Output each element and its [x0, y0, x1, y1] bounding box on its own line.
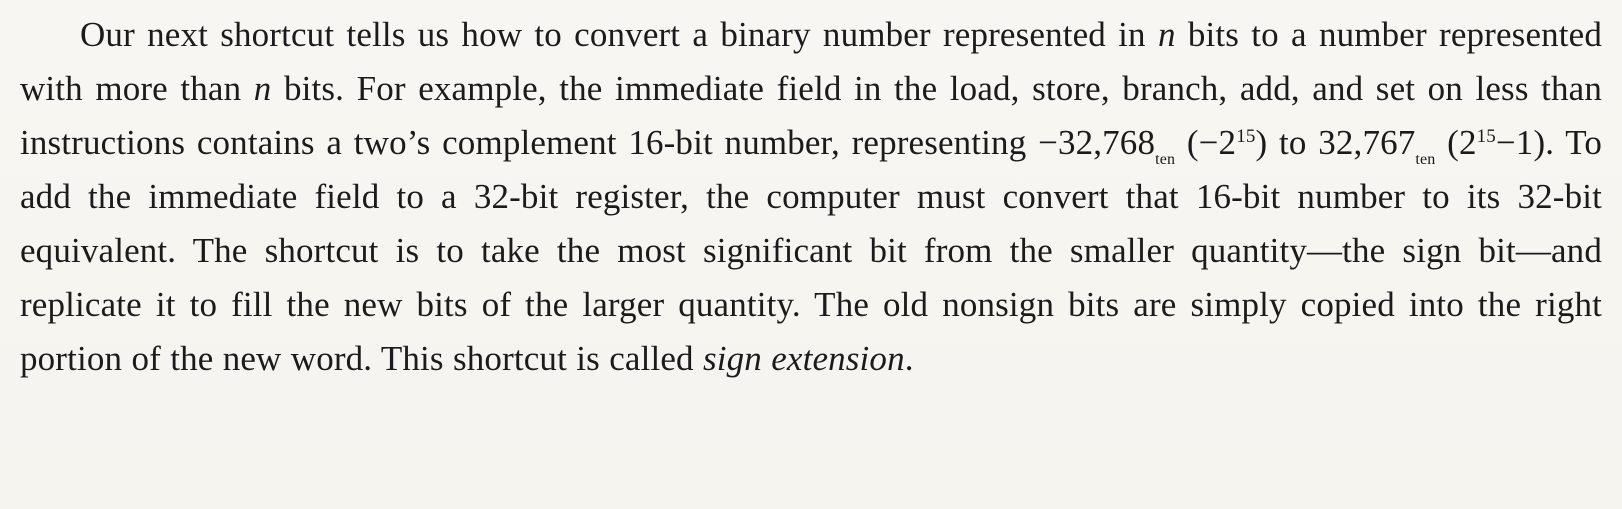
text-segment: (2: [1435, 123, 1477, 162]
document-page: Our next shortcut tells us how to conver…: [0, 0, 1622, 509]
italic-n: n: [1157, 15, 1176, 54]
italic-n: n: [253, 69, 272, 108]
text-segment: ) to 32,767: [1255, 123, 1416, 162]
subscript-ten: ten: [1155, 151, 1176, 168]
text-segment: .: [904, 339, 914, 378]
italic-term-sign-extension: sign extension: [702, 339, 905, 378]
subscript-ten: ten: [1415, 151, 1436, 168]
text-segment: Our next shortcut tells us how to conver…: [80, 15, 1158, 54]
superscript-15: 15: [1236, 126, 1256, 147]
body-paragraph: Our next shortcut tells us how to conver…: [20, 8, 1602, 386]
text-segment: (−2: [1175, 123, 1237, 162]
superscript-15: 15: [1476, 126, 1496, 147]
